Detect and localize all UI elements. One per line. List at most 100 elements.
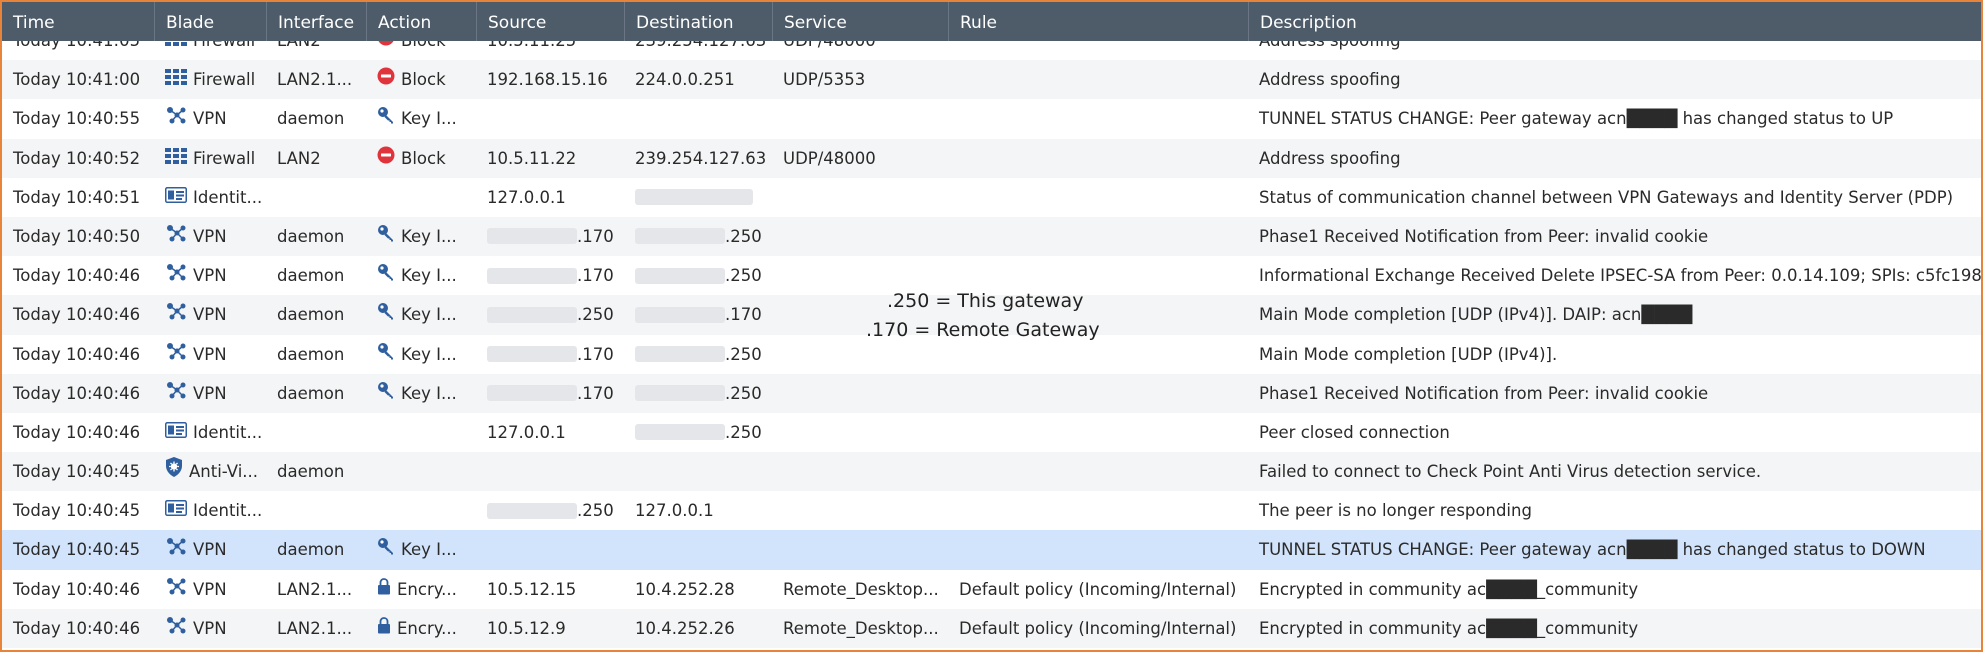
- service-text: Remote_Desktop...: [783, 579, 939, 599]
- key-icon: [377, 530, 395, 569]
- cell-blade: VPN: [154, 99, 266, 138]
- action-text: Block: [401, 70, 446, 90]
- cell-time: Today 10:40:46: [2, 413, 154, 452]
- description-text: Informational Exchange Received Delete I…: [1259, 266, 1981, 286]
- blade-text: Identit...: [193, 422, 263, 442]
- cell-description: Address spoofing: [1248, 41, 1981, 60]
- cell-time: Today 10:40:45: [2, 491, 154, 530]
- cell-description: Main Mode completion [UDP (IPv4)]. DAIP:…: [1248, 295, 1981, 334]
- destination-text: 239.254.127.63: [635, 148, 767, 168]
- blade-text: VPN: [193, 266, 227, 286]
- source-text: 192.168.15.16: [487, 70, 608, 90]
- cell-service: [772, 217, 948, 256]
- table-row[interactable]: Today 10:41:05 Firewall LAN2 Block 10.5.11.2…: [2, 41, 1981, 60]
- cell-service: UDP/48000: [772, 41, 948, 60]
- cell-description: Status of communication channel between …: [1248, 178, 1981, 217]
- cell-time: Today 10:40:55: [2, 99, 154, 138]
- cell-destination: .250: [624, 374, 772, 413]
- time-text: Today 10:40:45: [13, 540, 141, 560]
- destination-text: 239.254.127.63: [635, 41, 766, 50]
- description-text: Status of communication channel between …: [1259, 187, 1954, 207]
- cell-interface: daemon: [266, 530, 366, 569]
- action-text: Block: [401, 148, 446, 168]
- cell-source: .250: [476, 295, 624, 334]
- table-body: Today 10:41:05 Firewall LAN2 Block 10.5.11.2…: [2, 41, 1981, 650]
- column-header-rule[interactable]: Rule: [948, 2, 1248, 41]
- cell-action: Key I...: [366, 335, 476, 374]
- cell-time: Today 10:40:51: [2, 178, 154, 217]
- description-text: Main Mode completion [UDP (IPv4)].: [1259, 344, 1558, 364]
- cell-action: Key I...: [366, 530, 476, 569]
- cell-interface: LAN2: [266, 139, 366, 178]
- cell-interface: [266, 491, 366, 530]
- cell-rule: [948, 452, 1248, 491]
- identity-icon: [165, 413, 187, 452]
- redacted-ip: [487, 228, 577, 245]
- table-row[interactable]: Today 10:40:46 VPN LAN2.1... Encry... 10.5.1…: [2, 608, 1981, 648]
- cell-blade: VPN: [154, 530, 266, 569]
- blade-text: VPN: [193, 383, 227, 403]
- blade-text: VPN: [193, 579, 227, 599]
- cell-source: [476, 452, 624, 491]
- interface-text: daemon: [277, 344, 345, 364]
- cell-service: [772, 99, 948, 138]
- table-row[interactable]: Today 10:40:46 VPN LAN2.1... Encry... 10.5.1…: [2, 570, 1981, 609]
- vpn-icon: [165, 217, 187, 256]
- source-text: .170: [577, 226, 614, 246]
- cell-rule: Default policy (Incoming/Internal): [948, 570, 1248, 609]
- cell-action: Block: [366, 139, 476, 178]
- table-row[interactable]: Today 10:40:51 Identit... 127.0.0.1 Status …: [2, 178, 1981, 217]
- blade-text: VPN: [193, 540, 227, 560]
- table-row[interactable]: Today 10:41:00 Firewall LAN2.1... Block 192.…: [2, 60, 1981, 100]
- cell-rule: [948, 178, 1248, 217]
- cell-interface: daemon: [266, 256, 366, 295]
- destination-text: .250: [725, 344, 762, 364]
- destination-text: .250: [725, 266, 762, 286]
- description-text: Phase1 Received Notification from Peer: …: [1259, 383, 1709, 403]
- source-text: 127.0.0.1: [487, 422, 566, 442]
- key-icon: [377, 374, 395, 413]
- table-row[interactable]: Today 10:40:50 VPN daemon Key I... .170 .250 P…: [2, 216, 1981, 257]
- source-text: .170: [577, 266, 614, 286]
- redacted-ip: [487, 267, 577, 284]
- column-header-destination[interactable]: Destination: [624, 2, 772, 41]
- cell-source: 10.5.12.15: [476, 570, 624, 609]
- table-row[interactable]: Today 10:40:46 VPN daemon Key I... .170 .250 P…: [2, 373, 1981, 413]
- column-header-interface[interactable]: Interface: [266, 2, 366, 41]
- cell-rule: Default policy (Incoming/Internal): [948, 609, 1248, 648]
- action-text: Key I...: [401, 305, 457, 325]
- cell-description: Failed to connect to Check Point Anti Vi…: [1248, 452, 1981, 491]
- lock-icon: [377, 609, 391, 648]
- cell-time: Today 10:40:46: [2, 374, 154, 413]
- cell-interface: LAN2.1...: [266, 60, 366, 99]
- table-row[interactable]: Today 10:40:52 Firewall LAN2 Block 10.5.11.2…: [2, 138, 1981, 178]
- table-row[interactable]: Today 10:40:45 Anti-Vi... daemon Failed to …: [2, 452, 1981, 492]
- table-row[interactable]: Today 10:40:45 Identit... .250 127.0.0.1 The…: [2, 491, 1981, 530]
- cell-source: .170: [476, 374, 624, 413]
- service-text: Remote_Desktop...: [783, 618, 939, 638]
- cell-source: .170: [476, 335, 624, 374]
- redacted-ip: [635, 346, 725, 362]
- redacted-ip: [487, 306, 577, 323]
- action-text: Block: [401, 41, 446, 50]
- column-header-action[interactable]: Action: [366, 2, 476, 41]
- column-header-description[interactable]: Description: [1248, 2, 1981, 41]
- column-header-source[interactable]: Source: [476, 2, 624, 41]
- table-row[interactable]: Today 10:40:55 VPN daemon Key I... TUNNEL ST…: [2, 99, 1981, 138]
- description-text: Encrypted in community ac████_community: [1259, 579, 1639, 599]
- table-row[interactable]: Today 10:40:46 Identit... 127.0.0.1 .250 Pee…: [2, 413, 1981, 452]
- table-row[interactable]: Today 10:40:45 VPN daemon Key I... TUNNEL ST…: [2, 530, 1981, 570]
- column-header-blade[interactable]: Blade: [154, 2, 266, 41]
- column-header-service[interactable]: Service: [772, 2, 948, 41]
- column-header-time[interactable]: Time: [2, 2, 154, 41]
- cell-blade: Firewall: [154, 41, 266, 60]
- blade-text: VPN: [193, 226, 227, 246]
- cell-rule: [948, 374, 1248, 413]
- cell-service: UDP/5353: [772, 60, 948, 99]
- cell-interface: daemon: [266, 335, 366, 374]
- cell-time: Today 10:41:05: [2, 41, 154, 60]
- cell-description: The peer is no longer responding: [1248, 491, 1981, 530]
- cell-rule: [948, 491, 1248, 530]
- cell-time: Today 10:40:45: [2, 452, 154, 491]
- description-text: TUNNEL STATUS CHANGE: Peer gateway acn██…: [1259, 540, 1926, 560]
